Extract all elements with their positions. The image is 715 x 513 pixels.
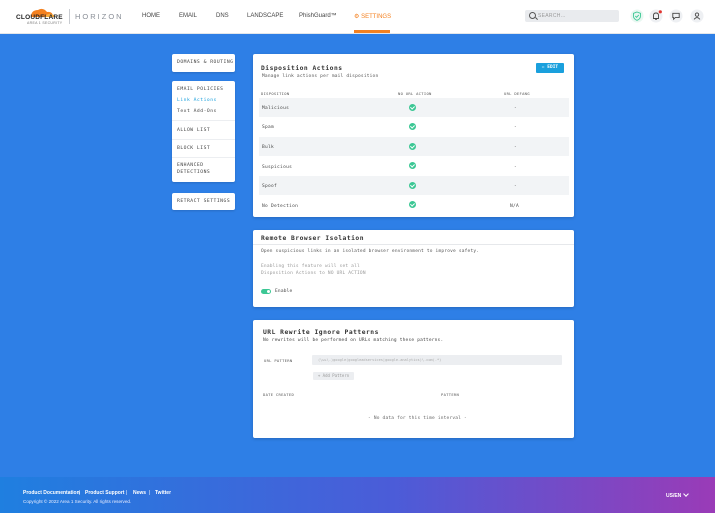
defang-value: - — [514, 106, 518, 111]
nav-landscape[interactable]: LANDSCAPE — [247, 13, 283, 19]
column-header-date-created: DATE CREATED — [263, 392, 295, 397]
check-circle-icon — [409, 143, 416, 150]
footer-link-news[interactable]: News — [133, 490, 146, 496]
footer-link-product-documentation[interactable]: Product Documentation — [23, 490, 80, 496]
disposition-name: Spam — [262, 125, 275, 130]
url-rewrite-patterns-card: URL Rewrite Ignore Patterns No rewrites … — [253, 320, 574, 438]
sidebar-item-label: DOMAINS & ROUTING — [177, 60, 234, 65]
nav-email[interactable]: EMAIL — [179, 13, 197, 19]
footer-separator: | — [126, 490, 128, 496]
brand-subtitle: AREA 1 SECURITY — [27, 21, 63, 25]
sidebar-item-block-list[interactable]: BLOCK LIST — [177, 146, 210, 151]
check-circle-icon — [409, 201, 416, 208]
check-circle-icon — [409, 162, 416, 169]
column-header-url-defang: URL DEFANG — [504, 91, 530, 96]
sidebar-email-policies: EMAIL POLICIES Link Actions Text Add-Ons… — [172, 81, 235, 182]
search-input[interactable]: SEARCH... — [525, 10, 619, 22]
sidebar-item-enhanced-detections-line2[interactable]: DETECTIONS — [177, 170, 210, 175]
edit-button[interactable]: ✏ EDIT — [536, 63, 564, 73]
notification-bell-icon[interactable] — [649, 9, 663, 23]
disposition-name: Spoof — [262, 184, 278, 189]
gear-icon: ⚙ — [354, 14, 360, 20]
disposition-name: Suspicious — [262, 165, 293, 170]
copyright-text: Copyright © 2022 Area 1 Security. All ri… — [23, 499, 132, 504]
chat-bubble-icon[interactable] — [669, 9, 683, 23]
sidebar-item-text-addons[interactable]: Text Add-Ons — [177, 109, 217, 114]
top-navigation-bar: CLOUDFLARE AREA 1 SECURITY HORIZON HOME … — [0, 0, 715, 34]
defang-value: - — [514, 145, 518, 150]
search-placeholder: SEARCH... — [538, 13, 566, 19]
nav-home[interactable]: HOME — [142, 13, 160, 19]
check-circle-icon — [409, 182, 416, 189]
add-pattern-button[interactable]: + Add Pattern — [313, 372, 354, 380]
url-pattern-placeholder: (\w+\.)google(googleadservices|google-an… — [318, 358, 442, 362]
column-header-pattern: PATTERN — [441, 392, 460, 397]
sidebar-item-enhanced-detections[interactable]: ENHANCED — [177, 163, 204, 168]
nav-settings-label: SETTINGS — [361, 14, 392, 20]
product-name: HORIZON — [75, 12, 124, 21]
sidebar-item-domains-routing[interactable]: DOMAINS & ROUTING — [172, 54, 235, 72]
brand-name: CLOUDFLARE — [16, 14, 63, 21]
rbi-description: Open suspicious links in an isolated bro… — [261, 249, 480, 254]
sidebar-item-retract-settings[interactable]: RETRACT SETTINGS — [172, 193, 235, 210]
url-pattern-input[interactable]: (\w+\.)google(googleadservices|google-an… — [312, 355, 562, 365]
column-header-no-url-action: NO URL ACTION — [398, 91, 432, 96]
defang-value: N/A — [510, 204, 520, 209]
disposition-name: Malicious — [262, 106, 290, 111]
disposition-name: Bulk — [262, 145, 275, 150]
footer-separator: | — [79, 490, 81, 496]
nav-dns[interactable]: DNS — [216, 13, 229, 19]
empty-state-message: - No data for this time interval - — [368, 416, 467, 421]
user-icon[interactable] — [690, 9, 704, 23]
card-title: Remote Browser Isolation — [261, 235, 364, 242]
check-circle-icon — [409, 123, 416, 130]
card-title: Disposition Actions — [261, 65, 343, 72]
sidebar-item-link-actions[interactable]: Link Actions — [177, 98, 217, 103]
chevron-down-icon[interactable] — [683, 491, 689, 497]
card-subtitle: Manage link actions per mail disposition — [262, 74, 379, 79]
url-pattern-label: URL PATTERN — [264, 358, 293, 363]
active-tab-indicator — [354, 30, 390, 33]
sidebar-divider — [172, 120, 235, 121]
remote-browser-isolation-card: Remote Browser Isolation Open suspicious… — [253, 230, 574, 307]
sidebar-item-label: RETRACT SETTINGS — [177, 199, 231, 204]
disposition-name: No Detection — [262, 204, 299, 209]
footer-link-twitter[interactable]: Twitter — [155, 490, 171, 496]
shield-check-icon[interactable] — [630, 9, 644, 23]
card-subtitle: No rewrites will be performed on URLs ma… — [263, 338, 444, 343]
disposition-actions-card: Disposition Actions Manage link actions … — [253, 54, 574, 217]
sidebar-divider — [172, 139, 235, 140]
sidebar-divider — [172, 157, 235, 158]
sidebar-item-email-policies[interactable]: EMAIL POLICIES — [177, 87, 224, 92]
footer-separator: | — [149, 490, 151, 496]
check-circle-icon — [409, 104, 416, 111]
footer-link-product-support[interactable]: Product Support — [85, 490, 124, 496]
rbi-note-line2: Disposition Actions to NO URL ACTION — [261, 271, 366, 276]
footer: Product Documentation | Product Support … — [0, 477, 715, 513]
column-header-disposition: DISPOSITION — [261, 91, 290, 96]
search-icon — [529, 12, 536, 19]
defang-value: - — [514, 165, 518, 170]
brand-divider — [69, 9, 70, 24]
rbi-note: Enabling this feature will set all — [261, 264, 360, 269]
card-title: URL Rewrite Ignore Patterns — [263, 329, 379, 336]
nav-phishguard[interactable]: PhishGuard™ — [299, 13, 337, 19]
enable-toggle[interactable] — [261, 289, 271, 294]
card-divider — [253, 244, 574, 245]
defang-value: - — [514, 125, 518, 130]
enable-toggle-label: Enable — [275, 289, 293, 294]
sidebar-item-allow-list[interactable]: ALLOW LIST — [177, 128, 210, 133]
defang-value: - — [514, 184, 518, 189]
nav-settings[interactable]: ⚙ SETTINGS — [354, 13, 391, 20]
locale-selector[interactable]: US/EN — [666, 493, 681, 499]
